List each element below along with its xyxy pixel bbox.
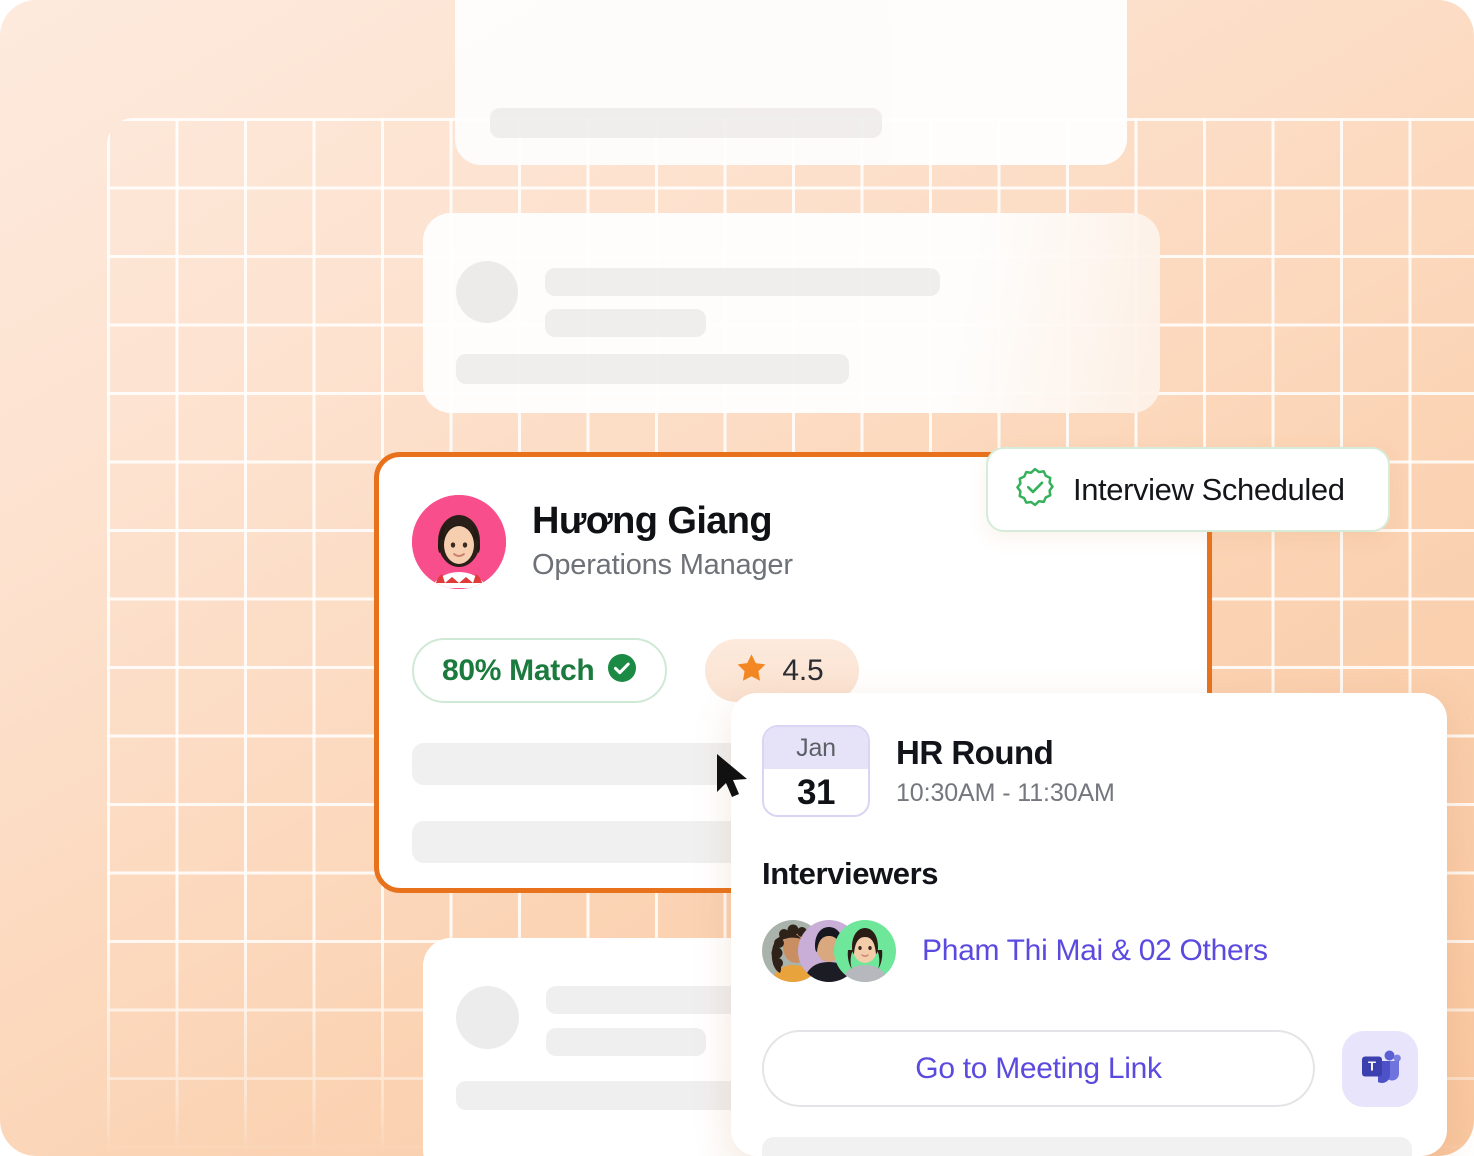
interviewer-avatar-stack [762,920,896,982]
meeting-row: Go to Meeting Link T [762,1030,1418,1107]
interview-detail-card[interactable]: Jan 31 HR Round 10:30AM - 11:30AM Interv… [731,693,1447,1156]
status-label: Interview Scheduled [1073,472,1345,508]
date-chip: Jan 31 [762,725,870,817]
placeholder-bar [546,1028,706,1056]
candidate-name: Hương Giang [532,500,793,544]
placeholder-bar [762,1137,1412,1156]
placeholder-bar [545,309,706,337]
status-badge: Interview Scheduled [986,447,1390,532]
candidate-header: Hương Giang Operations Manager [412,495,793,589]
interviewers-row[interactable]: Pham Thi Mai & 02 Others [762,920,1268,982]
date-day: 31 [764,769,868,817]
badge-check-icon [1014,466,1056,513]
interview-header: Jan 31 HR Round 10:30AM - 11:30AM [762,725,1115,817]
match-label: 80% Match [442,654,594,688]
placeholder-bar [456,354,849,384]
candidate-avatar [412,495,506,589]
interviewers-heading: Interviewers [762,856,938,892]
microsoft-teams-icon: T [1358,1044,1402,1093]
microsoft-teams-button[interactable]: T [1342,1031,1418,1107]
candidate-role: Operations Manager [532,547,793,585]
star-icon [735,652,768,689]
placeholder-bar [545,268,940,296]
rating-value: 4.5 [782,654,823,688]
interviewer-avatar-3 [834,920,896,982]
svg-text:T: T [1368,1059,1376,1074]
go-to-meeting-link-button[interactable]: Go to Meeting Link [762,1030,1315,1107]
date-month: Jan [764,727,868,769]
placeholder-avatar [456,261,518,323]
match-badge[interactable]: 80% Match [412,638,667,703]
placeholder-bar [490,108,882,138]
interview-time: 10:30AM - 11:30AM [896,779,1115,808]
candidate-identity: Hương Giang Operations Manager [532,500,793,584]
check-circle-icon [607,653,637,688]
interviewers-link[interactable]: Pham Thi Mai & 02 Others [922,934,1268,968]
placeholder-card-top [455,0,1127,165]
placeholder-card-middle [423,213,1160,413]
interview-meta: HR Round 10:30AM - 11:30AM [896,734,1115,808]
app-screenshot: Hương Giang Operations Manager 80% Match [0,0,1474,1156]
placeholder-avatar [456,986,519,1049]
mouse-cursor-icon [714,752,754,804]
interview-title: HR Round [896,734,1115,772]
